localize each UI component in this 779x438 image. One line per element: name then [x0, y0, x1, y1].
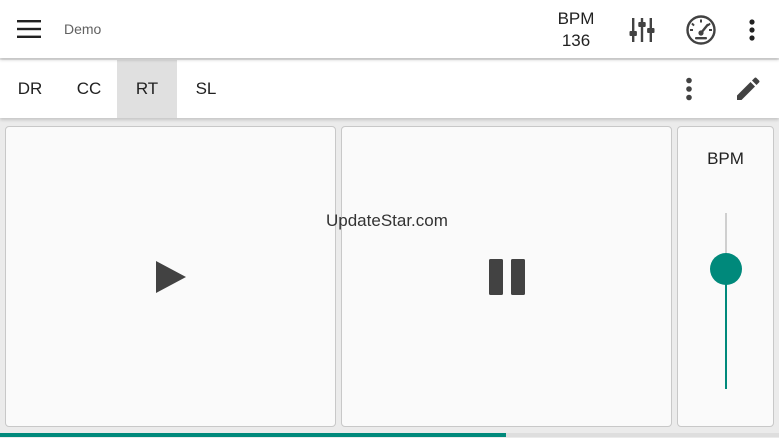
- meter-icon: [686, 15, 716, 45]
- pencil-icon: [737, 77, 760, 100]
- mixer-button[interactable]: [624, 12, 660, 48]
- edit-button[interactable]: [729, 71, 767, 107]
- tab-bar: DR CC RT SL: [0, 60, 779, 118]
- progress-bar: [0, 433, 779, 437]
- progress-bar-fill: [0, 433, 507, 437]
- tab-cc[interactable]: CC: [59, 60, 119, 118]
- tab-dr[interactable]: DR: [0, 60, 60, 118]
- more-vertical-icon: [749, 19, 755, 41]
- bpm-display-label: BPM: [557, 9, 595, 28]
- pause-icon: [488, 258, 525, 295]
- tab-rt[interactable]: RT: [117, 60, 177, 118]
- menu-button[interactable]: [10, 12, 48, 46]
- tab-sl[interactable]: SL: [176, 60, 236, 118]
- bpm-slider-thumb[interactable]: [710, 253, 742, 285]
- mixer-icon: [629, 18, 655, 42]
- play-icon: [155, 260, 186, 293]
- meter-button[interactable]: [682, 12, 720, 48]
- app-title: Demo: [64, 21, 102, 37]
- play-pad[interactable]: [5, 126, 336, 427]
- bpm-display: BPM 136: [548, 8, 604, 52]
- overflow-menu-button[interactable]: [738, 12, 766, 48]
- bpm-display-value: 136: [561, 31, 591, 50]
- app-bar: Demo BPM 136: [0, 0, 779, 58]
- menu-icon: [17, 20, 41, 38]
- pause-pad[interactable]: [341, 126, 672, 427]
- more-vertical-icon: [686, 77, 692, 101]
- bpm-slider-label: BPM: [707, 149, 744, 168]
- bpm-slider-panel: BPM: [677, 126, 774, 427]
- bpm-slider-track-fill[interactable]: [725, 269, 727, 389]
- watermark: UpdateStar.com: [326, 211, 448, 230]
- tab-overflow-button[interactable]: [675, 71, 703, 107]
